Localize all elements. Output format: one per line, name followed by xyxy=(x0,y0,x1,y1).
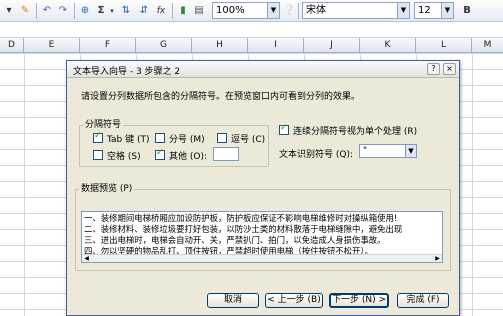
semicolon-checkbox[interactable] xyxy=(155,133,165,143)
scroll-left-icon[interactable]: ◀ xyxy=(82,255,91,262)
column-header-k[interactable]: K xyxy=(360,38,416,53)
excel-toolbar: ▾ ✎ ↶ ↷ ⊕ Σ ▾ ⇅ ⇵ fx ▮ ▤ 100% ▼ ❔ 宋体 ▼ 1… xyxy=(0,0,503,22)
zoom-value: 100% xyxy=(216,5,245,16)
chevron-down-icon[interactable]: ▼ xyxy=(397,3,409,18)
column-header-m[interactable]: M xyxy=(472,38,503,53)
toolbar-separator xyxy=(36,3,37,19)
function-icon[interactable]: fx xyxy=(154,3,168,19)
dialog-titlebar[interactable]: 文本导入向导 - 3 步骤之 2 ? × xyxy=(67,61,459,78)
help-icon[interactable]: ❔ xyxy=(283,3,295,19)
column-header-row: D E F G H I J K L M xyxy=(0,38,503,53)
drawing-icon[interactable]: ▤ xyxy=(192,3,206,19)
data-preview-pane[interactable]: 一、装修期间电梯桥厢应加设防护板，防护板应保证不影响电梯维修时对操纵箱使用! 二… xyxy=(81,211,443,263)
consecutive-delimiters-label: 连续分隔符号视为单个处理 (R) xyxy=(293,127,418,137)
dialog-title: 文本导入向导 - 3 步骤之 2 xyxy=(73,67,181,77)
font-size-select[interactable]: 12 ▼ xyxy=(414,2,454,19)
formula-bar-strip xyxy=(0,22,503,38)
column-header-g[interactable]: G xyxy=(136,38,192,53)
chart-icon[interactable]: ▮ xyxy=(176,3,190,19)
column-header-l[interactable]: L xyxy=(416,38,472,53)
chevron-down-icon[interactable]: ▾ xyxy=(108,3,116,19)
font-size-value: 12 xyxy=(418,5,431,16)
other-checkbox[interactable] xyxy=(155,148,165,160)
zoom-select[interactable]: 100% ▼ xyxy=(212,2,280,19)
comma-checkbox[interactable] xyxy=(217,133,227,143)
preview-line: 二、装修材料、装修垃圾要打好包装，以防沙土类的材料散落于电梯缝隙中，避免出现 xyxy=(84,224,403,234)
next-button[interactable]: 下一步 (N) > xyxy=(329,293,389,308)
text-qualifier-label: 文本识别符号 (Q): xyxy=(279,150,353,160)
column-header-e[interactable]: E xyxy=(24,38,80,53)
bold-button[interactable]: B xyxy=(460,3,474,19)
format-painter-icon[interactable]: ✎ xyxy=(18,3,32,19)
font-name-value: 宋体 xyxy=(306,5,326,16)
preview-line: 一、装修期间电梯桥厢应加设防护板，防护板应保证不影响电梯维修时对操纵箱使用! xyxy=(84,213,398,223)
autosum-icon[interactable]: Σ xyxy=(94,3,108,19)
tab-checkbox[interactable] xyxy=(93,131,103,143)
text-qualifier-value: " xyxy=(363,146,368,156)
undo-icon[interactable]: ↶ xyxy=(40,3,54,19)
sort-descending-icon[interactable]: ⇵ xyxy=(136,3,152,19)
paint-bucket-icon[interactable]: ▾ xyxy=(2,3,16,19)
sort-ascending-icon[interactable]: ⇅ xyxy=(118,3,134,19)
toolbar-separator xyxy=(298,3,299,19)
delimiters-group-title: 分隔符号 xyxy=(83,117,124,130)
column-header-i[interactable]: I xyxy=(248,38,304,53)
toolbar-separator xyxy=(74,3,75,19)
redo-icon[interactable]: ↷ xyxy=(56,3,70,19)
font-name-select[interactable]: 宋体 ▼ xyxy=(302,2,410,19)
space-checkbox-label: 空格 (S) xyxy=(107,152,141,162)
consecutive-delimiters-checkbox[interactable] xyxy=(279,123,289,135)
column-header-d[interactable]: D xyxy=(0,38,24,53)
help-button[interactable]: ? xyxy=(427,63,440,75)
hyperlink-icon[interactable]: ⊕ xyxy=(78,3,92,19)
other-delimiter-input[interactable] xyxy=(213,147,239,161)
comma-checkbox-label: 逗号 (C) xyxy=(231,135,266,145)
instruction-text: 请设置分列数据所包含的分隔符号。在预览窗口内可看到分列的效果。 xyxy=(81,92,361,102)
column-header-j[interactable]: J xyxy=(304,38,360,53)
text-import-wizard-dialog: 文本导入向导 - 3 步骤之 2 ? × 请设置分列数据所包含的分隔符号。在预览… xyxy=(66,60,460,316)
space-checkbox[interactable] xyxy=(93,150,103,160)
back-button[interactable]: < 上一步 (B) xyxy=(265,293,323,308)
semicolon-checkbox-label: 分号 (M) xyxy=(169,135,205,145)
chevron-down-icon[interactable]: ▼ xyxy=(441,3,453,18)
preview-line: 三、进出电梯时，电梯会自动开、关，严禁扒门、拍门，以免造成人身损伤事故。 xyxy=(84,235,386,245)
cancel-button[interactable]: 取消 xyxy=(207,293,259,308)
finish-button[interactable]: 完成 (F) xyxy=(397,293,449,308)
scroll-right-icon[interactable]: ▶ xyxy=(433,255,442,262)
other-checkbox-label: 其他 (O): xyxy=(169,152,207,162)
chevron-down-icon[interactable]: ▼ xyxy=(405,145,416,157)
close-button[interactable]: × xyxy=(443,63,456,75)
column-header-h[interactable]: H xyxy=(192,38,248,53)
data-preview-title: 数据预览 (P) xyxy=(79,181,135,194)
text-qualifier-select[interactable]: " ▼ xyxy=(359,144,417,158)
chevron-down-icon[interactable]: ▼ xyxy=(267,3,279,18)
column-header-f[interactable]: F xyxy=(80,38,136,53)
toolbar-separator xyxy=(172,3,173,19)
tab-checkbox-label: Tab 键 (T) xyxy=(107,135,150,145)
preview-horizontal-scrollbar[interactable]: ◀ ▶ xyxy=(82,254,442,262)
